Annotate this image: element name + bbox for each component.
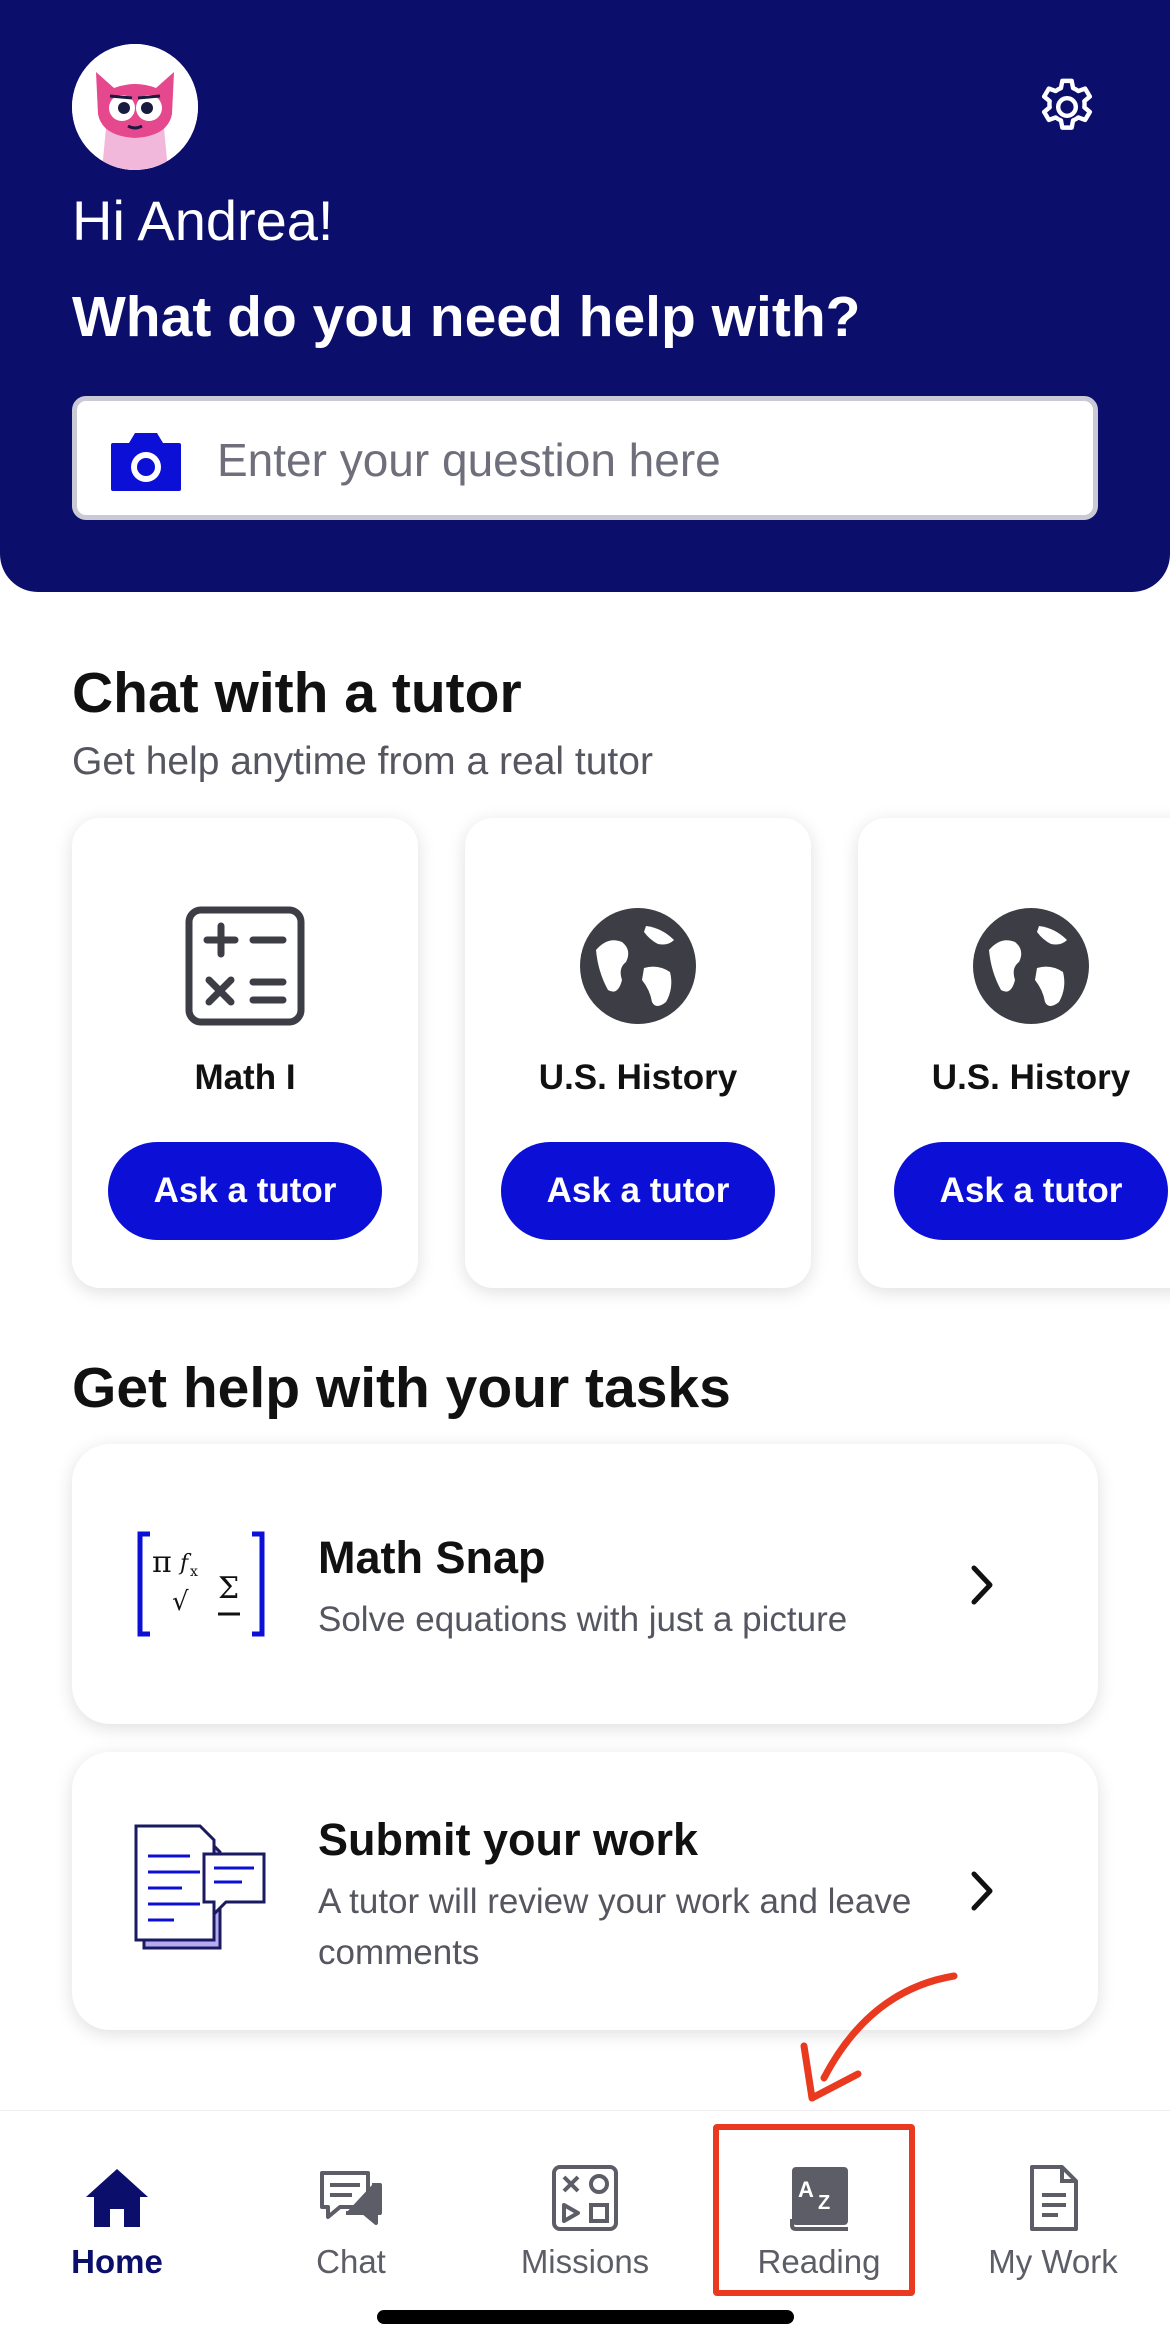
nav-label: Home xyxy=(71,2243,163,2280)
task-title: Math Snap xyxy=(318,1532,546,1583)
nav-my-work[interactable]: My Work xyxy=(936,2111,1170,2311)
nav-label: My Work xyxy=(988,2243,1118,2280)
nav-label: Chat xyxy=(316,2243,386,2280)
tutor-card-math[interactable]: Math I Ask a tutor xyxy=(72,818,418,1288)
camera-button[interactable] xyxy=(109,427,183,493)
task-title: Submit your work xyxy=(318,1814,699,1865)
nav-label: Missions xyxy=(520,2243,650,2280)
task-description: Solve equations with just a picture xyxy=(318,1600,848,1639)
tutor-subject: U.S. History xyxy=(931,1058,1131,1097)
gear-icon xyxy=(1041,78,1093,130)
missions-icon xyxy=(552,2165,618,2231)
annotation-highlight-box xyxy=(713,2124,915,2296)
task-card-math-snap[interactable]: π f x √ Σ Math Snap Solve equations with… xyxy=(72,1444,1098,1724)
globe-icon xyxy=(973,908,1089,1024)
tutor-card-history[interactable]: U.S. History Ask a tutor xyxy=(465,818,811,1288)
home-indicator xyxy=(377,2310,794,2324)
tutor-card-history-2[interactable]: U.S. History Ask a tutor xyxy=(858,818,1170,1288)
math-formula-icon: π f x √ Σ xyxy=(137,1531,265,1637)
task-description: A tutor will review your work and leave … xyxy=(318,1882,912,1972)
monster-avatar-icon xyxy=(72,44,198,170)
document-icon xyxy=(1030,2165,1078,2231)
nav-home[interactable]: Home xyxy=(0,2111,234,2311)
home-icon xyxy=(86,2169,148,2227)
section-title-tasks: Get help with your tasks xyxy=(72,1356,731,1420)
camera-icon xyxy=(111,433,181,491)
chat-icon xyxy=(320,2171,382,2225)
page-title: What do you need help with? xyxy=(72,285,861,349)
section-title-tutor: Chat with a tutor xyxy=(72,661,522,725)
avatar[interactable] xyxy=(72,44,198,170)
section-subtitle-tutor: Get help anytime from a real tutor xyxy=(72,740,653,783)
calculator-icon xyxy=(185,906,305,1026)
tutor-subject: U.S. History xyxy=(538,1058,738,1097)
nav-missions[interactable]: Missions xyxy=(468,2111,702,2311)
chevron-right-icon xyxy=(971,1565,993,1605)
ask-tutor-button[interactable]: Ask a tutor xyxy=(894,1142,1168,1240)
nav-chat[interactable]: Chat xyxy=(234,2111,468,2311)
ask-tutor-button[interactable]: Ask a tutor xyxy=(501,1142,775,1240)
globe-icon xyxy=(580,908,696,1024)
tutor-subject: Math I xyxy=(194,1058,296,1097)
search-bar[interactable] xyxy=(72,396,1098,520)
chevron-right-icon xyxy=(971,1871,993,1911)
documents-icon xyxy=(134,1824,266,1950)
svg-text:x: x xyxy=(190,1564,198,1580)
svg-text:Σ: Σ xyxy=(218,1571,239,1606)
svg-text:√: √ xyxy=(172,1587,189,1617)
svg-text:π: π xyxy=(152,1545,172,1580)
header: Hi Andrea! What do you need help with? xyxy=(0,0,1170,592)
settings-button[interactable] xyxy=(1034,74,1100,140)
search-input[interactable] xyxy=(217,421,1077,499)
annotation-arrow xyxy=(800,1972,958,2102)
greeting: Hi Andrea! xyxy=(72,189,334,252)
ask-tutor-button[interactable]: Ask a tutor xyxy=(108,1142,382,1240)
